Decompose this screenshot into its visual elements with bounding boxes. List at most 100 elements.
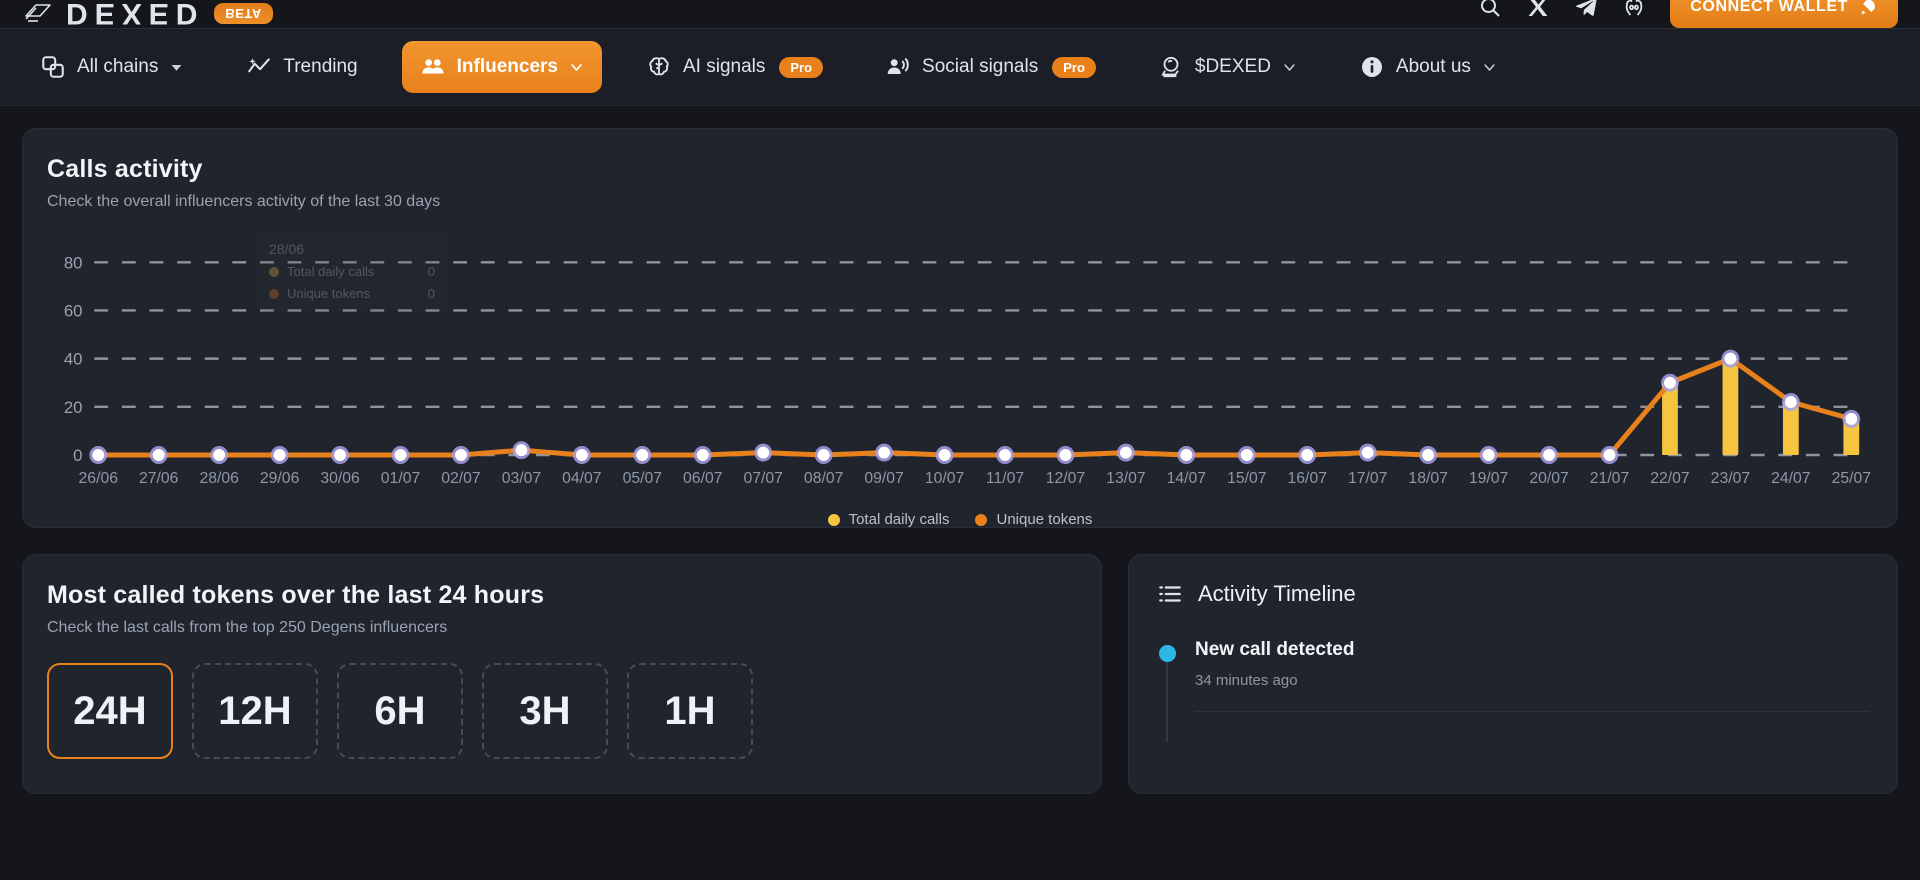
svg-text:01/07: 01/07 [381,470,421,487]
nav-label-trending: Trending [283,56,357,78]
svg-text:25/07: 25/07 [1832,470,1872,487]
svg-text:08/07: 08/07 [804,470,844,487]
legend-item-unique-tokens[interactable]: Unique tokens [975,511,1092,528]
nav-item-influencers[interactable]: Influencers [402,41,602,93]
svg-text:17/07: 17/07 [1348,470,1388,487]
connect-wallet-button[interactable]: CONNECT WALLET [1670,0,1898,28]
nav-item-ai-signals[interactable]: AI signals Pro [628,41,841,93]
svg-text:14/07: 14/07 [1167,470,1207,487]
brain-icon [646,54,672,80]
svg-text:07/07: 07/07 [743,470,783,487]
chart-legend: Total daily calls Unique tokens [47,511,1873,528]
legend-item-total-daily-calls[interactable]: Total daily calls [828,511,950,528]
legend-dot-icon [975,514,987,526]
nav-item-about-us[interactable]: About us [1341,41,1515,93]
time-range-selector: 24H 12H 6H 3H 1H [47,663,1077,759]
top-bar-actions: CONNECT WALLET [1478,0,1898,28]
nav-item-social-signals[interactable]: Social signals Pro [867,41,1114,93]
chevron-down-icon [169,60,184,75]
telegram-icon[interactable] [1574,0,1598,19]
svg-text:19/07: 19/07 [1469,470,1509,487]
x-twitter-icon[interactable] [1526,0,1550,19]
calls-activity-chart[interactable]: 02040608026/0627/0628/0629/0630/0601/070… [47,237,1873,499]
search-icon[interactable] [1478,0,1502,19]
legend-label: Unique tokens [996,511,1092,528]
main-navigation: All chains Trending Influencers AI [0,28,1920,106]
svg-text:03/07: 03/07 [502,470,542,487]
time-range-24h[interactable]: 24H [47,663,173,759]
svg-text:30/06: 30/06 [320,470,360,487]
rocket-icon [1858,0,1878,17]
pro-badge-ai-signals: Pro [779,57,823,78]
timeline-divider [1195,711,1869,712]
dexed-logo-icon [22,0,56,26]
svg-text:12/07: 12/07 [1046,470,1086,487]
svg-text:28/06: 28/06 [199,470,239,487]
main-content: Calls activity Check the overall influen… [0,106,1920,794]
social-icon [885,54,911,80]
svg-text:04/07: 04/07 [562,470,602,487]
beta-badge: BETA [214,3,272,24]
timeline-item[interactable]: New call detected 34 minutes ago [1157,639,1869,712]
svg-text:60: 60 [64,301,83,320]
list-icon [1157,581,1183,607]
calls-activity-title: Calls activity [47,155,1873,184]
logo[interactable]: DEXED BETA [22,0,273,28]
nav-item-dexed-token[interactable]: $DEXED [1140,41,1315,93]
svg-text:0: 0 [73,446,82,465]
svg-text:18/07: 18/07 [1408,470,1448,487]
nav-label-ai-signals: AI signals [683,56,765,78]
connect-wallet-label: CONNECT WALLET [1690,0,1848,16]
svg-text:13/07: 13/07 [1106,470,1146,487]
time-range-1h[interactable]: 1H [627,663,753,759]
discord-icon[interactable] [1622,0,1646,19]
tokens-title: Most called tokens over the last 24 hour… [47,581,1077,610]
chevron-down-icon [1282,60,1297,75]
svg-text:24/07: 24/07 [1771,470,1811,487]
timeline-item-time: 34 minutes ago [1195,672,1869,689]
svg-text:20: 20 [64,398,83,417]
nav-label-social-signals: Social signals [922,56,1038,78]
calls-activity-subtitle: Check the overall influencers activity o… [47,193,1873,211]
legend-label: Total daily calls [849,511,950,528]
token-icon [1158,54,1184,80]
chevron-down-icon [569,60,584,75]
trending-icon [246,54,272,80]
timeline-connector [1166,661,1168,742]
svg-text:40: 40 [64,350,83,369]
nav-item-trending[interactable]: Trending [228,41,375,93]
svg-text:11/07: 11/07 [986,470,1024,487]
timeline-header: Activity Timeline [1157,581,1869,607]
chart-canvas[interactable]: 02040608026/0627/0628/0629/0630/0601/070… [47,237,1873,499]
most-called-tokens-card: Most called tokens over the last 24 hour… [22,554,1102,794]
tokens-subtitle: Check the last calls from the top 250 De… [47,619,1077,637]
activity-timeline-card: Activity Timeline New call detected 34 m… [1128,554,1898,794]
svg-text:26/06: 26/06 [79,470,119,487]
nav-label-all-chains: All chains [77,56,158,78]
svg-text:27/06: 27/06 [139,470,179,487]
nav-label-about-us: About us [1396,56,1471,78]
logo-text: DEXED [66,0,204,28]
svg-text:20/07: 20/07 [1529,470,1569,487]
svg-text:23/07: 23/07 [1711,470,1751,487]
time-range-3h[interactable]: 3H [482,663,608,759]
calls-activity-card: Calls activity Check the overall influen… [22,128,1898,528]
time-range-6h[interactable]: 6H [337,663,463,759]
nav-item-all-chains[interactable]: All chains [22,41,202,93]
bottom-row: Most called tokens over the last 24 hour… [22,554,1898,794]
svg-text:05/07: 05/07 [623,470,663,487]
influencers-icon [420,54,446,80]
time-range-12h[interactable]: 12H [192,663,318,759]
svg-text:21/07: 21/07 [1590,470,1630,487]
nav-label-dexed-token: $DEXED [1195,56,1271,78]
svg-text:29/06: 29/06 [260,470,300,487]
chains-icon [40,54,66,80]
nav-label-influencers: Influencers [457,56,558,78]
info-icon [1359,54,1385,80]
svg-text:10/07: 10/07 [925,470,965,487]
svg-text:15/07: 15/07 [1227,470,1267,487]
pro-badge-social-signals: Pro [1052,57,1096,78]
timeline-dot-icon [1159,645,1176,662]
timeline-item-title: New call detected [1195,639,1869,661]
svg-text:02/07: 02/07 [441,470,481,487]
